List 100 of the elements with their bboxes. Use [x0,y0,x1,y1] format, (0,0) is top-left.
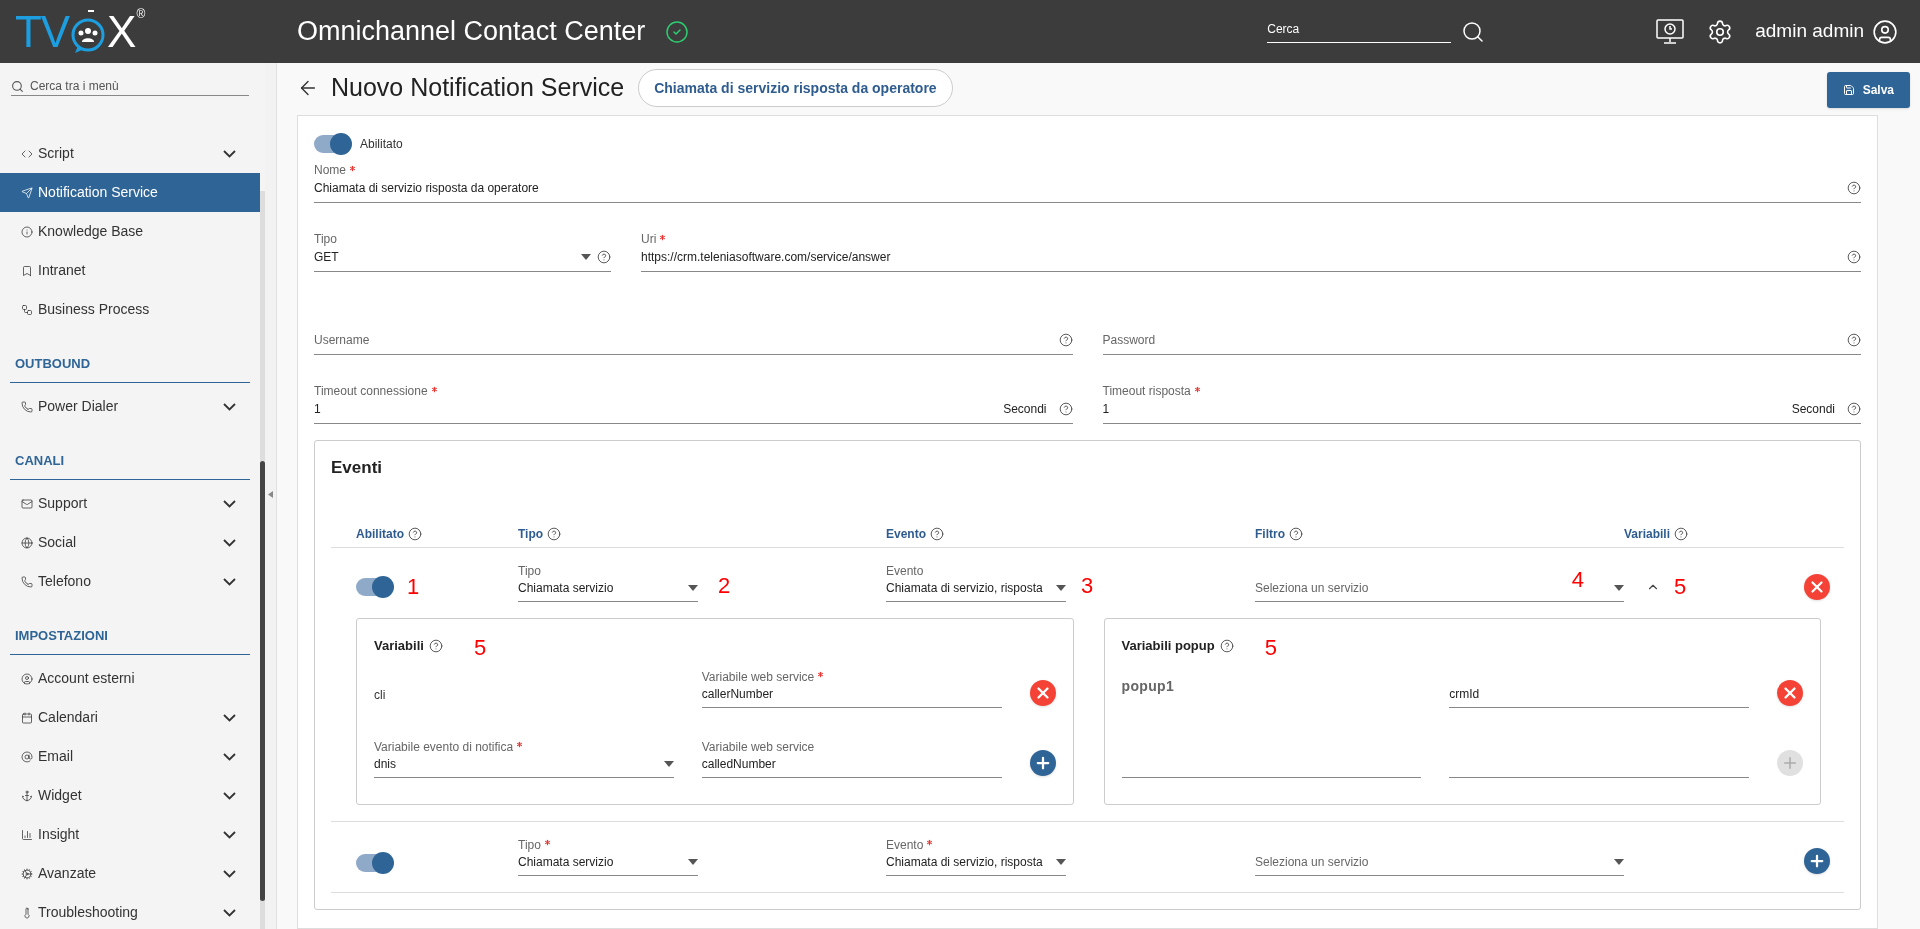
search-icon[interactable] [1461,19,1486,44]
sidebar-item[interactable]: Intranet [0,251,260,290]
input-field[interactable]: Nome Chiamata di servizio risposta da operatore [314,162,1861,203]
user-name[interactable]: admin admin [1755,17,1864,46]
add-button[interactable] [1029,749,1056,776]
info-icon [21,225,33,238]
select-field[interactable]: Tipo Chiamata servizio [518,836,698,876]
menu-search-field[interactable]: Cerca tra i menù [30,77,249,95]
sidebar-item[interactable]: Support [0,484,260,523]
phone-icon [21,400,33,413]
help-icon[interactable] [1847,402,1861,416]
toggle-switch[interactable] [356,577,392,596]
toggle-switch[interactable] [314,135,350,153]
field-label: Variabile web service [701,738,815,756]
help-icon[interactable] [930,526,944,541]
toggle-switch[interactable] [356,853,392,872]
sidebar-item-label: Social [38,533,78,552]
sidebar-item[interactable]: Widget [0,776,260,815]
dropdown-caret-icon [1614,859,1624,865]
help-icon[interactable] [428,638,443,653]
help-icon[interactable] [1058,333,1073,347]
field-label: Password [1102,332,1156,349]
sidebar-item[interactable]: Power Dialer [0,387,260,426]
sidebar-item[interactable]: Social [0,523,260,562]
remove-button[interactable] [1804,573,1830,600]
monitor-clock-icon[interactable] [1655,17,1686,46]
logo-text: TV [15,9,70,54]
help-icon[interactable] [1847,250,1861,264]
sidebar-item[interactable]: Script [0,134,260,173]
section-title: OUTBOUND [15,356,91,371]
dropdown-caret-icon [663,760,674,767]
sidebar-item[interactable]: Telefono [0,562,260,601]
scrollbar-thumb[interactable] [260,461,265,901]
sidebar-item[interactable]: Account esterni [0,659,260,698]
help-icon[interactable] [1674,526,1689,541]
field-value: calledNumber [701,755,777,773]
field-value: Chiamata servizio [518,579,615,597]
sidebar-item-label: Telefono [38,572,92,591]
input-field[interactable]: Uri https://crm.teleniasoftware.com/service/answer [641,231,1861,272]
sidebar-item[interactable]: Troubleshooting [0,893,260,929]
user-avatar-icon[interactable] [1872,18,1898,45]
save-icon [1842,84,1855,96]
remove-button[interactable] [1777,679,1803,706]
field-label: Username [314,332,370,349]
sidebar-item[interactable]: Calendari [0,698,260,737]
help-icon[interactable] [1058,402,1073,416]
field-value: https://crm.teleniasoftware.com/service/answer [641,249,892,266]
required-icon [429,384,439,394]
bookmark-icon [21,264,33,277]
search-field[interactable]: Cerca [1267,20,1452,43]
save-button[interactable]: Salva [1826,72,1910,108]
remove-button[interactable] [1029,679,1056,706]
settings-icon[interactable] [1707,18,1734,45]
column-header: Evento [886,525,926,543]
select-field[interactable]: Tipo Chiamata servizio [518,562,698,602]
input-field[interactable]: Timeout risposta 1 Secondi [1102,383,1861,424]
select-field[interactable]: Evento Chiamata di servizio, risposta [886,562,1066,602]
add-button[interactable] [1804,847,1830,874]
input-field[interactable]: Variabile web service callerNumber [701,663,1002,708]
select-field[interactable]: Tipo GET [314,231,611,272]
input-field[interactable]: Timeout connessione 1 Secondi [314,383,1073,424]
sidebar-item-label: Calendari [38,708,99,727]
sidebar-item[interactable]: Avanzate [0,854,260,893]
sidebar-item[interactable]: Knowledge Base [0,212,260,251]
select-field[interactable]: Variabile evento di notifica dnis [374,733,674,778]
input-field[interactable]: crmId [1449,663,1749,708]
input-field[interactable]: Variabile web service calledNumber [701,733,1002,778]
field-value: callerNumber [701,685,775,703]
field-label: Tipo [314,231,337,248]
dropdown-caret-icon [1056,858,1066,865]
status-check-icon [665,19,690,44]
field-value: Chiamata di servizio, risposta [886,853,1044,871]
help-icon[interactable] [1847,333,1861,347]
input-field[interactable]: Password [1102,314,1861,355]
calendar-icon [21,711,33,724]
unit-label: Secondi [1003,401,1047,418]
field-value: 1 [1102,401,1111,418]
field-label: Tipo [518,562,541,580]
help-icon[interactable] [597,250,611,264]
sidebar-item[interactable]: Insight [0,815,260,854]
nodes-icon [21,303,33,316]
input-field[interactable]: Username [314,314,1073,355]
toggle-label: Abilitato [360,136,403,153]
select-field[interactable]: Evento Chiamata di servizio, risposta [886,836,1066,876]
select-field[interactable]: Seleziona un servizio [1255,853,1624,876]
help-icon[interactable] [1219,638,1234,653]
help-icon[interactable] [1289,526,1303,541]
help-icon[interactable] [408,526,422,541]
gears-icon [21,867,33,880]
help-icon[interactable] [547,526,562,541]
collapse-arrow-icon[interactable] [268,491,273,498]
sidebar-item-label: Support [38,494,89,513]
required-icon [658,232,668,242]
help-icon[interactable] [1847,181,1861,195]
sidebar-item-label: Email [38,747,74,766]
sidebar-item[interactable]: Notification Service [0,173,260,212]
field-label: Evento [886,836,924,854]
sidebar-item[interactable]: Email [0,737,260,776]
sidebar-item[interactable]: Business Process [0,290,260,329]
sidebar-item-label: Insight [38,825,81,844]
